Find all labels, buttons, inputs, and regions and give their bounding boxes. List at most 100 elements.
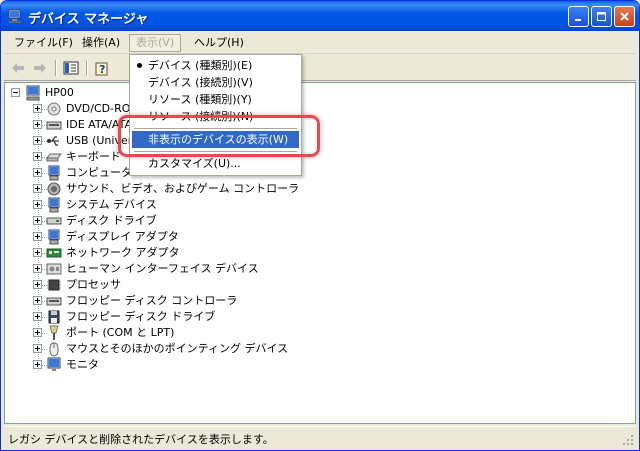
keyboard-icon (46, 153, 62, 162)
back-arrow-icon (12, 63, 24, 73)
tree-item-label: ヒューマン インターフェイス デバイス (66, 262, 259, 275)
disk-drive-icon (46, 217, 62, 225)
tree-item-label: マウスとそのほかのポインティング デバイス (66, 342, 289, 355)
device-tree[interactable]: HP00 DVD/CD-ROM ドライブIDE ATA/ATAPI コントローラ… (4, 82, 636, 424)
processor-icon (47, 279, 61, 291)
close-icon (620, 12, 629, 21)
show-hide-tree-button[interactable] (62, 59, 80, 77)
close-button[interactable] (614, 6, 635, 27)
menu-item-label: デバイス (接続別)(V) (148, 76, 253, 89)
toolbar-separator (86, 60, 88, 76)
expand-toggle[interactable] (33, 248, 42, 257)
resize-grip-icon[interactable] (622, 434, 634, 446)
menu-bar: ファイル(F) 操作(A) 表示(V) ヘルプ(H) (4, 32, 636, 54)
expand-toggle[interactable] (33, 232, 42, 241)
computer-icon (48, 165, 60, 181)
svg-text:?: ? (99, 63, 105, 76)
usb-icon (47, 136, 59, 146)
tree-root-label: HP00 (45, 86, 74, 99)
expand-toggle[interactable] (33, 312, 42, 321)
tree-row[interactable]: ディスプレイ アダプタ (5, 229, 625, 245)
menu-item-devices-by-connection[interactable]: デバイス (接続別)(V) (132, 74, 299, 91)
help-properties-icon: ? (95, 62, 108, 76)
tree-row[interactable]: コンピュータ (5, 165, 625, 181)
expand-toggle[interactable] (33, 216, 42, 225)
expand-toggle[interactable] (33, 184, 42, 193)
tree-item-label: フロッピー ディスク ドライブ (66, 310, 216, 323)
tree-root-row[interactable]: HP00 (5, 85, 625, 101)
network-adapter-icon (46, 248, 62, 258)
menu-item-label: リソース (種類別)(Y) (148, 93, 252, 106)
back-button[interactable] (9, 59, 27, 77)
tree-item-label: システム デバイス (66, 198, 157, 211)
annotation-highlight (118, 115, 320, 157)
tree-item-label: ディスプレイ アダプタ (66, 230, 179, 243)
expand-toggle[interactable] (33, 168, 42, 177)
tree-item-label: サウンド、ビデオ、およびゲーム コントローラ (66, 182, 300, 195)
maximize-icon (597, 12, 606, 21)
tree-item-label: ネットワーク アダプタ (66, 246, 180, 259)
tree-row[interactable]: サウンド、ビデオ、およびゲーム コントローラ (5, 181, 625, 197)
ide-controller-icon (46, 121, 62, 130)
tree-row[interactable]: ネットワーク アダプタ (5, 245, 625, 261)
display-adapter-icon (48, 229, 60, 245)
tree-row[interactable]: ディスク ドライブ (5, 213, 625, 229)
toolbar-separator (55, 60, 57, 76)
device-manager-window: デバイス マネージャ ファイル(F) 操作(A) 表示(V) ヘルプ(H) ? (0, 0, 640, 451)
menu-item-label: デバイス (種類別)(E) (148, 59, 253, 72)
radio-bullet-icon (137, 63, 142, 68)
minimize-button[interactable] (568, 6, 589, 27)
menu-item-customize[interactable]: カスタマイズ(U)... (132, 155, 299, 172)
maximize-button[interactable] (591, 6, 612, 27)
menu-item-devices-by-type[interactable]: デバイス (種類別)(E) (132, 57, 299, 74)
collapse-toggle[interactable] (11, 88, 20, 97)
expand-toggle[interactable] (33, 360, 42, 369)
tree-row[interactable]: フロッピー ディスク ドライブ (5, 309, 625, 325)
expand-toggle[interactable] (33, 280, 42, 289)
tree-row[interactable]: モニタ (5, 357, 625, 373)
expand-toggle[interactable] (33, 296, 42, 305)
tree-row[interactable]: ヒューマン インターフェイス デバイス (5, 261, 625, 277)
help-properties-button[interactable]: ? (93, 59, 111, 77)
menu-view[interactable]: 表示(V) (129, 34, 182, 52)
title-bar[interactable]: デバイス マネージャ (1, 1, 639, 31)
status-text: レガシ デバイスと削除されたデバイスを表示します。 (8, 433, 274, 446)
tree-item-label: ポート (COM と LPT) (66, 326, 175, 339)
tree-row[interactable]: ポート (COM と LPT) (5, 325, 625, 341)
menu-help[interactable]: ヘルプ(H) (188, 34, 250, 52)
menu-file[interactable]: ファイル(F) (8, 34, 79, 52)
minimize-icon (575, 19, 581, 21)
expand-toggle[interactable] (33, 120, 42, 129)
tree-item-label: モニタ (66, 358, 99, 371)
cdrom-icon (47, 102, 61, 116)
expand-toggle[interactable] (33, 104, 42, 113)
tree-item-label: コンピュータ (66, 166, 132, 179)
expand-toggle[interactable] (33, 264, 42, 273)
tree-item-label: ディスク ドライブ (66, 214, 157, 227)
system-device-icon (48, 197, 60, 213)
floppy-drive-icon (48, 310, 60, 324)
menu-item-label: カスタマイズ(U)... (148, 157, 241, 170)
expand-toggle[interactable] (33, 152, 42, 161)
tree-row[interactable]: マウスとそのほかのポインティング デバイス (5, 341, 625, 357)
tree-row[interactable]: フロッピー ディスク コントローラ (5, 293, 625, 309)
menu-item-resources-by-type[interactable]: リソース (種類別)(Y) (132, 91, 299, 108)
hid-icon (46, 263, 62, 275)
tree-item-label: プロセッサ (66, 278, 121, 291)
tree-item-label: フロッピー ディスク コントローラ (66, 294, 238, 307)
expand-toggle[interactable] (33, 200, 42, 209)
tree-row[interactable]: プロセッサ (5, 277, 625, 293)
show-hide-tree-icon (63, 61, 79, 75)
tree-row[interactable]: DVD/CD-ROM ドライブ (5, 101, 625, 117)
expand-toggle[interactable] (33, 344, 42, 353)
sound-icon (47, 182, 61, 196)
expand-toggle[interactable] (33, 328, 42, 337)
forward-arrow-icon (34, 63, 46, 73)
forward-button[interactable] (31, 59, 49, 77)
computer-icon (26, 85, 40, 101)
tree-item-label: キーボード (66, 150, 121, 163)
menu-action[interactable]: 操作(A) (76, 34, 126, 52)
tree-row[interactable]: システム デバイス (5, 197, 625, 213)
expand-toggle[interactable] (33, 136, 42, 145)
monitor-icon (47, 357, 61, 371)
